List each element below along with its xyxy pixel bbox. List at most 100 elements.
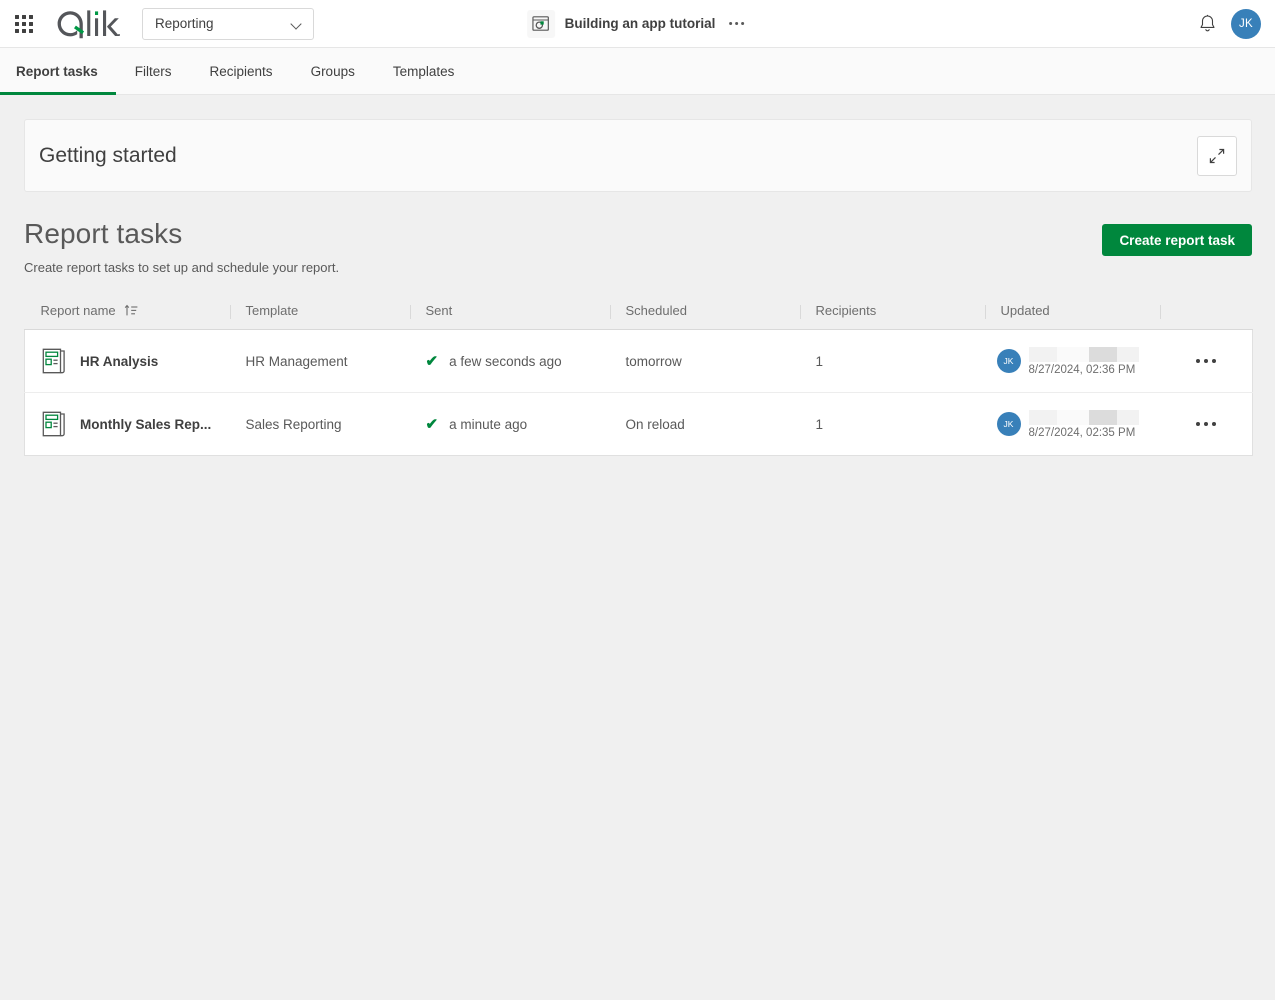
app-launcher-icon[interactable] xyxy=(12,12,36,36)
updated-by-avatar: JK xyxy=(996,412,1021,436)
space-selector[interactable]: Reporting xyxy=(142,7,314,40)
page-subtitle: Create report tasks to set up and schedu… xyxy=(24,260,340,275)
redacted-user-name xyxy=(1028,346,1139,362)
app-more-options-icon[interactable] xyxy=(725,16,748,31)
launcher-dot xyxy=(15,14,19,19)
sent-text: a minute ago xyxy=(449,416,528,432)
dot xyxy=(1211,359,1216,363)
template-text: HR Management xyxy=(245,353,348,369)
top-bar: Reporting Building an app tutorial JK xyxy=(0,0,1275,48)
cell-sent: ✔ a few seconds ago xyxy=(410,330,610,393)
launcher-dot xyxy=(29,21,33,26)
updated-by-avatar: JK xyxy=(996,349,1021,373)
launcher-dot xyxy=(29,28,33,33)
main-content: Getting started Report tasks Create repo… xyxy=(0,119,1275,456)
dot xyxy=(1195,422,1200,426)
table-row[interactable]: Monthly Sales Rep... Sales Reporting ✔ a… xyxy=(24,392,1253,456)
recipients-count: 1 xyxy=(815,353,824,369)
column-header-sent[interactable]: Sent xyxy=(409,303,610,330)
column-label: Updated xyxy=(1000,303,1050,318)
report-document-icon xyxy=(42,348,65,374)
updated-timestamp: 8/27/2024, 02:35 PM xyxy=(1028,426,1136,439)
qlik-logo[interactable] xyxy=(54,8,120,40)
row-more-options-icon[interactable] xyxy=(1190,414,1222,434)
table-header-row: Report name Template Sent Scheduled Reci… xyxy=(24,303,1253,330)
cell-sent: ✔ a minute ago xyxy=(409,392,610,456)
page-header: Report tasks Create report tasks to set … xyxy=(24,218,1252,275)
getting-started-title: Getting started xyxy=(39,143,177,167)
table-body: HR Analysis HR Management ✔ a few second… xyxy=(24,329,1253,456)
launcher-dot xyxy=(22,28,26,33)
sort-ascending-icon xyxy=(124,304,138,316)
table-row[interactable]: HR Analysis HR Management ✔ a few second… xyxy=(25,330,1253,393)
create-report-task-button[interactable]: Create report task xyxy=(1102,224,1252,256)
tab-templates[interactable]: Templates xyxy=(374,48,474,94)
launcher-dot xyxy=(22,14,26,19)
report-tasks-table: Report name Template Sent Scheduled Reci… xyxy=(24,303,1253,456)
getting-started-card: Getting started xyxy=(24,119,1252,192)
column-header-updated[interactable]: Updated xyxy=(984,303,1160,330)
app-glyph-icon xyxy=(532,16,549,31)
tab-label: Filters xyxy=(134,63,172,79)
dot xyxy=(1203,359,1208,363)
tab-label: Recipients xyxy=(209,63,273,79)
page-title: Report tasks xyxy=(24,218,183,249)
app-context: Building an app tutorial xyxy=(526,9,749,38)
tab-recipients[interactable]: Recipients xyxy=(191,48,292,94)
column-header-template[interactable]: Template xyxy=(229,303,410,330)
dot xyxy=(1211,422,1216,426)
tab-groups[interactable]: Groups xyxy=(292,48,374,94)
tab-label: Templates xyxy=(392,63,455,79)
expand-button[interactable] xyxy=(1197,135,1237,176)
updated-timestamp: 8/27/2024, 02:36 PM xyxy=(1028,363,1136,376)
report-document-icon xyxy=(42,411,65,437)
notifications-bell-icon[interactable] xyxy=(1198,14,1217,34)
page-header-texts: Report tasks Create report tasks to set … xyxy=(24,218,1102,275)
user-avatar[interactable]: JK xyxy=(1231,8,1261,39)
column-label: Scheduled xyxy=(625,303,687,318)
tab-label: Groups xyxy=(310,63,355,79)
column-label: Report name xyxy=(40,303,116,318)
column-header-report-name[interactable]: Report name xyxy=(24,303,230,330)
dot xyxy=(1203,422,1208,426)
tab-report-tasks[interactable]: Report tasks xyxy=(0,48,116,95)
table-header: Report name Template Sent Scheduled Reci… xyxy=(24,303,1253,330)
cell-actions xyxy=(1159,392,1253,456)
recipients-count: 1 xyxy=(815,416,824,432)
column-header-actions xyxy=(1159,303,1253,330)
tab-label: Report tasks xyxy=(16,63,98,79)
launcher-dot xyxy=(15,28,19,33)
tab-bar: Report tasks Filters Recipients Groups T… xyxy=(0,48,1275,95)
chevron-down-icon xyxy=(292,20,303,27)
launcher-dot xyxy=(22,21,26,26)
topbar-right-group: JK xyxy=(1198,8,1275,39)
scheduled-text: On reload xyxy=(625,416,685,432)
tab-filters[interactable]: Filters xyxy=(116,48,191,94)
cell-scheduled: tomorrow xyxy=(610,330,800,393)
table: Report name Template Sent Scheduled Reci… xyxy=(24,303,1253,456)
dot xyxy=(1195,359,1200,363)
report-name-text: HR Analysis xyxy=(80,353,159,369)
cell-scheduled: On reload xyxy=(609,392,800,456)
sent-text: a few seconds ago xyxy=(449,353,562,369)
dot xyxy=(741,22,745,25)
app-title: Building an app tutorial xyxy=(564,16,716,31)
cell-report-name[interactable]: Monthly Sales Rep... xyxy=(24,392,230,456)
cell-template: HR Management xyxy=(230,330,410,393)
template-text: Sales Reporting xyxy=(245,416,342,432)
qlik-logo-mark xyxy=(57,9,120,38)
column-header-scheduled[interactable]: Scheduled xyxy=(609,303,800,330)
report-name-text: Monthly Sales Rep... xyxy=(80,416,212,432)
row-more-options-icon[interactable] xyxy=(1190,351,1222,371)
success-check-icon: ✔ xyxy=(425,352,439,370)
scheduled-text: tomorrow xyxy=(625,353,682,369)
redacted-user-name xyxy=(1028,409,1139,425)
column-header-recipients[interactable]: Recipients xyxy=(799,303,985,330)
cell-recipients: 1 xyxy=(799,392,985,456)
success-check-icon: ✔ xyxy=(425,415,439,433)
cell-report-name[interactable]: HR Analysis xyxy=(25,330,230,393)
column-label: Sent xyxy=(425,303,453,318)
expand-diagonal-icon xyxy=(1209,148,1225,163)
cell-updated: JK 8/27/2024, 02:35 PM xyxy=(984,392,1160,456)
cell-recipients: 1 xyxy=(800,330,985,393)
